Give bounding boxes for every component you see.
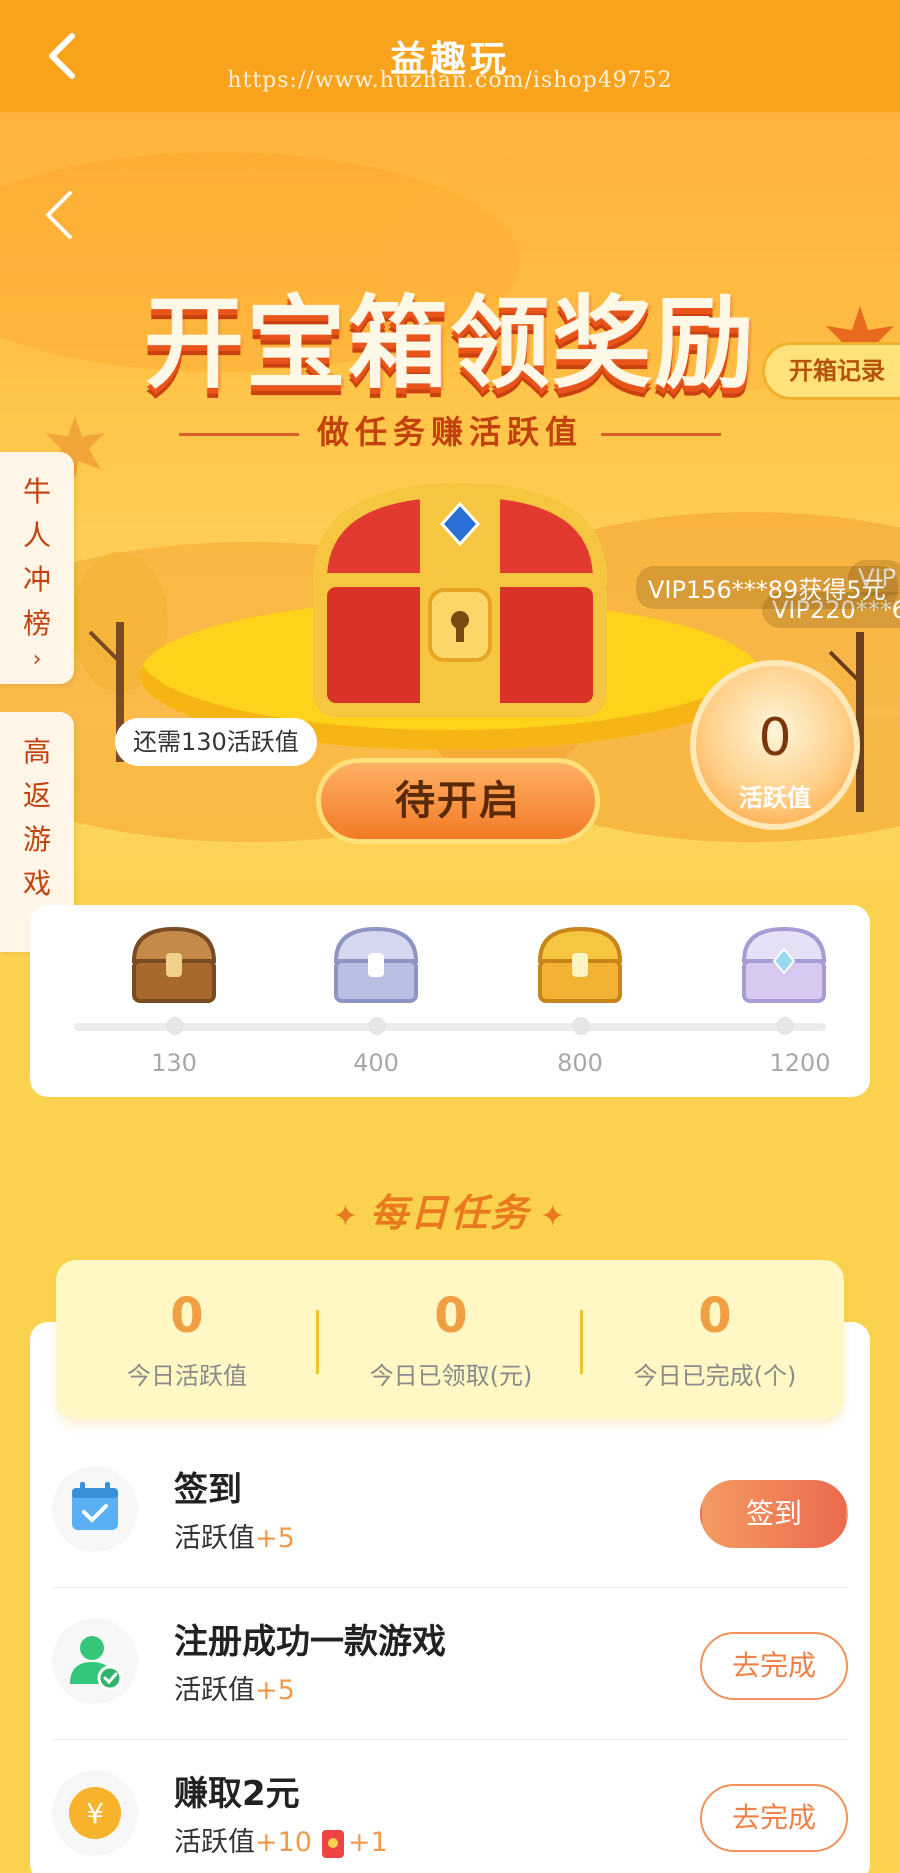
silver-chest-icon[interactable] (328, 923, 424, 1007)
task-row: 签到 活跃值+5 签到 (52, 1436, 848, 1588)
top-bar: 益趣玩 https://www.huzhan.com/ishop49752 (0, 0, 900, 112)
task-reward: 活跃值+5 (174, 1668, 295, 1707)
side-tab-char: 冲 (22, 563, 51, 596)
gauge-label: 活跃值 (739, 784, 811, 812)
daily-tasks-title: ✦ 每日任务 ✦ (0, 1182, 900, 1237)
yuan-coin-icon: ¥ (52, 1770, 138, 1856)
stat-today-activity: 0 今日活跃值 (56, 1260, 318, 1391)
progress-track (74, 1023, 826, 1031)
task-name: 签到 (174, 1470, 242, 1510)
stat-divider (580, 1310, 583, 1374)
red-packet-value: +1 (347, 1827, 388, 1858)
side-tab-char: 返 (22, 779, 51, 812)
side-tab-char: 榜 (22, 607, 51, 640)
milestone-value: 130 (151, 1049, 197, 1077)
stat-label: 今日已完成(个) (633, 1362, 797, 1390)
stat-value: 0 (698, 1288, 732, 1344)
hero-subline: 做任务赚活跃值 (0, 407, 900, 453)
progress-dot (368, 1017, 386, 1035)
task-row: 注册成功一款游戏 活跃值+5 去完成 (52, 1588, 848, 1740)
open-record-button[interactable]: 开箱记录 (762, 342, 900, 400)
diamond-chest-icon[interactable] (736, 923, 832, 1007)
leaf-icon: ✦ (332, 1199, 360, 1234)
watermark-url: https://www.huzhan.com/ishop49752 (227, 68, 673, 93)
chest-progress-card: 130 400 800 1200 (30, 905, 870, 1097)
side-tab-char: 戏 (22, 867, 51, 900)
gauge-value: 0 (758, 708, 792, 768)
side-tab-char: 高 (22, 735, 51, 768)
task-reward: 活跃值+10 +1 (174, 1820, 388, 1859)
reward-value: +5 (255, 1675, 295, 1706)
user-check-icon (52, 1618, 138, 1704)
stat-label: 今日活跃值 (127, 1362, 247, 1390)
leaf-icon: ✦ (540, 1199, 568, 1234)
svg-text:¥: ¥ (86, 1797, 104, 1830)
progress-dot (776, 1017, 794, 1035)
side-tab-ranking[interactable]: 牛 人 冲 榜 › (0, 452, 74, 684)
reward-label: 活跃值 (174, 1827, 255, 1858)
stat-today-completed: 0 今日已完成(个) (584, 1260, 846, 1391)
stat-value: 0 (434, 1288, 468, 1344)
bronze-chest-icon[interactable] (126, 923, 222, 1007)
activity-gauge: 0 活跃值 (690, 660, 860, 830)
task-name: 注册成功一款游戏 (174, 1622, 446, 1662)
daily-stats: 0 今日活跃值 0 今日已领取(元) 0 今日已完成(个) (56, 1260, 844, 1418)
milestone-value: 400 (353, 1049, 399, 1077)
gold-chest-icon[interactable] (532, 923, 628, 1007)
stat-divider (316, 1310, 319, 1374)
open-chest-button[interactable]: 待开启 (316, 758, 600, 844)
stat-today-received: 0 今日已领取(元) (320, 1260, 582, 1391)
task-reward: 活跃值+5 (174, 1516, 295, 1555)
go-complete-button[interactable]: 去完成 (700, 1784, 848, 1852)
red-packet-icon (321, 1829, 344, 1858)
progress-dot (572, 1017, 590, 1035)
milestone-value: 800 (557, 1049, 603, 1077)
side-tab-char: 游 (22, 823, 51, 856)
calendar-icon (52, 1466, 138, 1552)
side-tab-char: 牛 (22, 475, 51, 508)
checkin-button[interactable]: 签到 (700, 1480, 848, 1548)
task-name: 赚取2元 (174, 1774, 300, 1814)
stat-label: 今日已领取(元) (369, 1362, 533, 1390)
reward-label: 活跃值 (174, 1675, 255, 1706)
go-complete-button[interactable]: 去完成 (700, 1632, 848, 1700)
reward-value: +10 (255, 1827, 312, 1858)
winner-ticker: VIP156***89获得5元 (636, 566, 898, 609)
progress-dot (166, 1017, 184, 1035)
chevron-right-icon: › (32, 647, 42, 672)
hero-subline-text: 做任务赚活跃值 (316, 413, 583, 451)
side-tab-char: 人 (22, 519, 51, 552)
needed-activity-bubble: 还需130活跃值 (115, 718, 317, 766)
reward-label: 活跃值 (174, 1523, 255, 1554)
treasure-chest-icon[interactable] (270, 470, 650, 730)
reward-value: +5 (255, 1523, 295, 1554)
daily-tasks-title-text: 每日任务 (369, 1191, 530, 1235)
inner-back-icon[interactable] (40, 187, 80, 243)
task-row: ¥ 赚取2元 活跃值+10 +1 去完成 (52, 1740, 848, 1873)
stat-value: 0 (170, 1288, 204, 1344)
milestone-value: 1200 (769, 1049, 831, 1077)
